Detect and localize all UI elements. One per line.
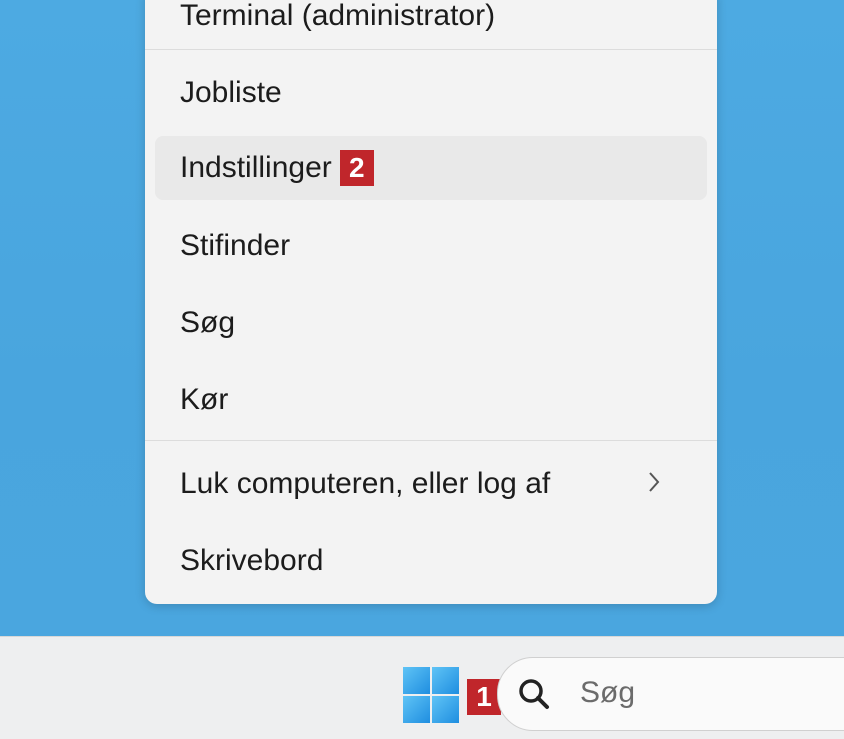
step-badge-1: 1 <box>467 679 501 715</box>
menu-item-run[interactable]: Kør <box>155 368 707 432</box>
menu-item-terminal-admin[interactable]: Terminal (administrator) <box>155 0 707 48</box>
chevron-right-icon <box>647 470 669 498</box>
search-icon <box>516 676 552 712</box>
menu-item-task-manager[interactable]: Jobliste <box>155 61 707 125</box>
step-badge-2: 2 <box>339 150 374 186</box>
start-context-menu: Terminal (administrator) Jobliste Indsti… <box>145 0 717 604</box>
windows-logo-icon[interactable] <box>403 667 459 723</box>
menu-item-label: Kør <box>180 383 229 416</box>
menu-item-label: Søg <box>180 306 236 339</box>
menu-item-label: Luk computeren, eller log af <box>180 467 551 500</box>
menu-item-label: Skrivebord <box>180 544 324 577</box>
menu-item-shutdown-signout[interactable]: Luk computeren, eller log af <box>155 452 707 516</box>
menu-item-label: Indstillinger <box>180 151 332 184</box>
menu-divider <box>145 440 717 441</box>
menu-item-label: Jobliste <box>180 76 282 109</box>
taskbar: 1 Søg <box>0 636 844 739</box>
menu-item-search[interactable]: Søg <box>155 291 707 355</box>
menu-item-desktop[interactable]: Skrivebord <box>155 529 707 593</box>
taskbar-search-box[interactable]: Søg <box>497 657 844 731</box>
menu-item-label: Terminal (administrator) <box>180 0 496 32</box>
menu-divider <box>145 49 717 50</box>
menu-item-label: Stifinder <box>180 229 291 262</box>
menu-item-settings[interactable]: Indstillinger 2 <box>155 136 707 200</box>
search-placeholder: Søg <box>580 676 636 709</box>
menu-item-file-explorer[interactable]: Stifinder <box>155 214 707 278</box>
